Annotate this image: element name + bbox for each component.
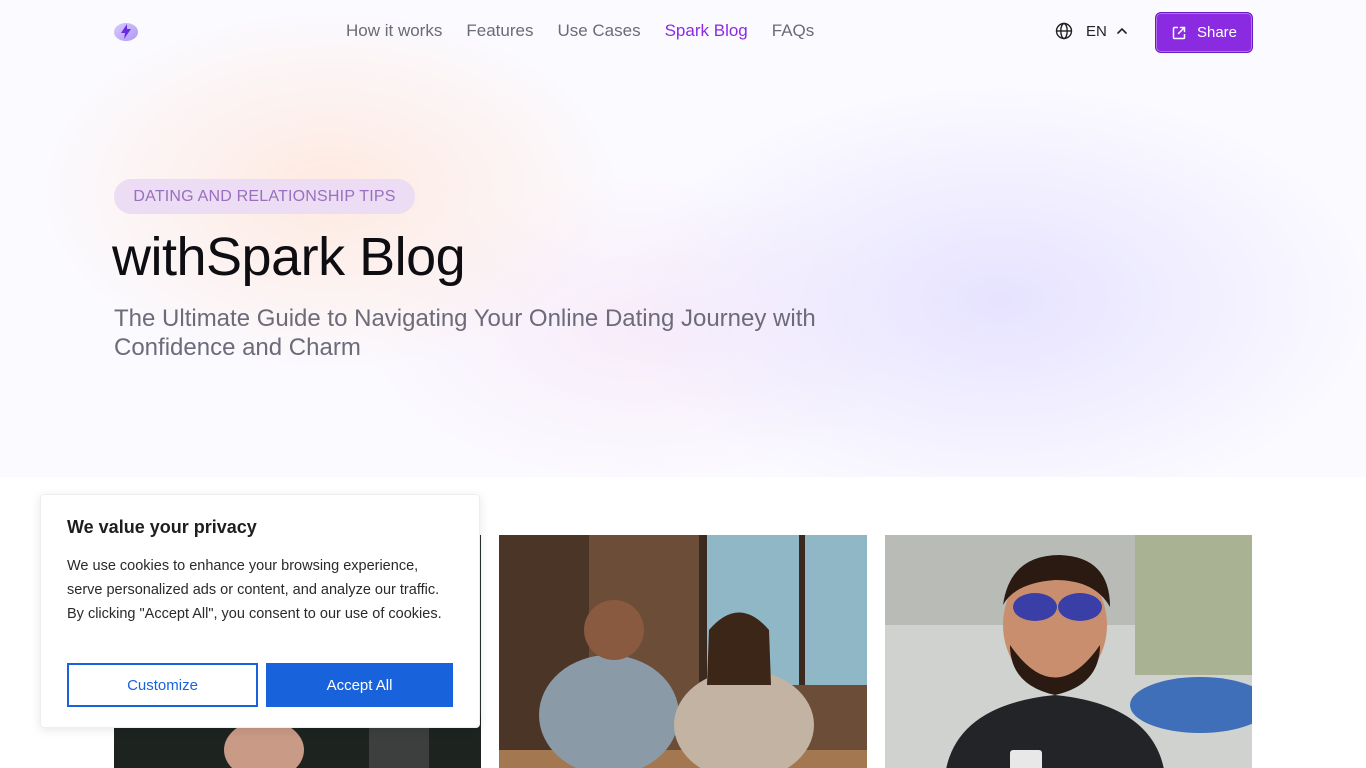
chevron-up-icon	[1117, 27, 1127, 34]
cookie-title: We value your privacy	[67, 517, 257, 537]
cookie-consent-banner: We value your privacy We use cookies to …	[40, 494, 480, 728]
nav-spark-blog[interactable]: Spark Blog	[665, 21, 748, 41]
nav-how-it-works[interactable]: How it works	[346, 21, 442, 41]
share-button[interactable]: Share	[1155, 12, 1253, 53]
site-header: How it works Features Use Cases Spark Bl…	[0, 0, 1366, 64]
nav-faqs[interactable]: FAQs	[772, 21, 815, 41]
language-code: EN	[1086, 22, 1107, 40]
category-tag: DATING AND RELATIONSHIP TIPS	[114, 179, 415, 214]
blog-card-image-2[interactable]	[499, 535, 867, 768]
blog-card-image-3[interactable]	[885, 535, 1252, 768]
share-label: Share	[1196, 24, 1238, 41]
cookie-text: We use cookies to enhance your browsing …	[67, 558, 442, 622]
page-title: withSpark Blog	[112, 227, 466, 287]
language-selector[interactable]: EN	[1055, 22, 1128, 40]
main-nav: How it works Features Use Cases Spark Bl…	[346, 21, 814, 41]
spark-bolt-icon[interactable]	[114, 20, 138, 42]
globe-icon	[1055, 22, 1073, 40]
customize-button[interactable]: Customize	[67, 663, 258, 707]
external-link-icon	[1172, 26, 1186, 39]
nav-features[interactable]: Features	[466, 21, 533, 41]
accept-all-button[interactable]: Accept All	[266, 663, 453, 707]
cookie-buttons: Customize Accept All	[67, 663, 453, 707]
page-subtitle: The Ultimate Guide to Navigating Your On…	[114, 305, 816, 361]
nav-use-cases[interactable]: Use Cases	[557, 21, 640, 41]
